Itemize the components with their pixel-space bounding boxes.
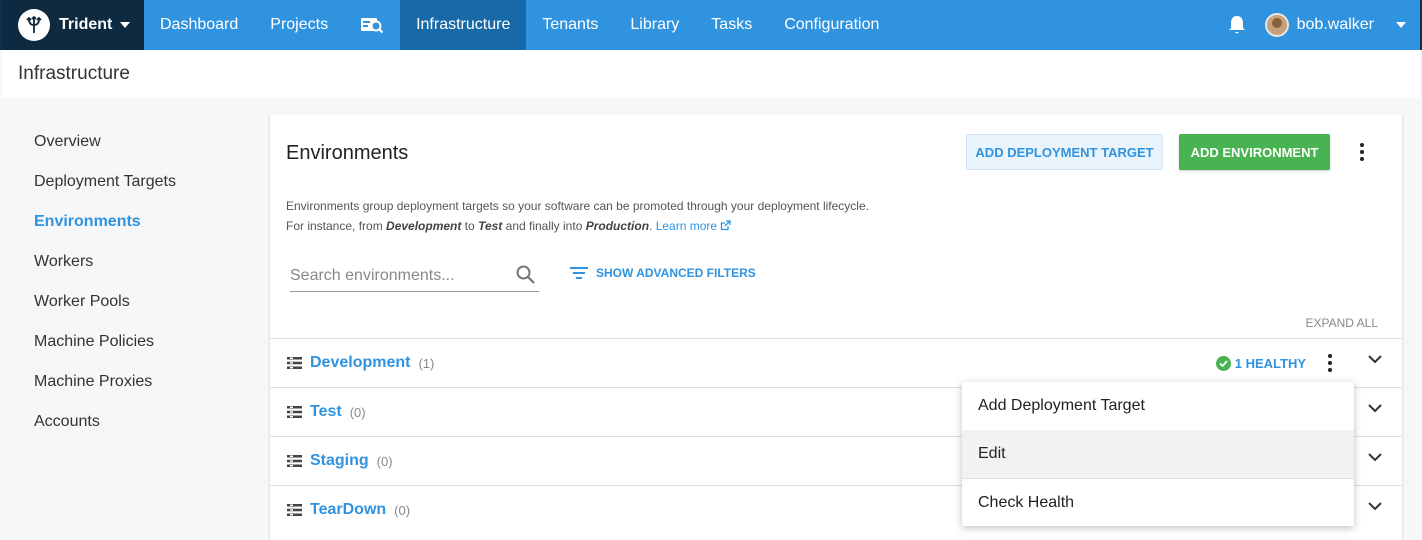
nav-search-button[interactable] [344,0,400,50]
row-more-options-icon[interactable] [1318,351,1342,375]
nav-tenants[interactable]: Tenants [526,0,614,50]
search-deployments-icon [361,18,384,34]
chevron-down-icon [1396,22,1406,28]
sidebar-item-worker-pools[interactable]: Worker Pools [34,282,254,322]
menu-item-edit[interactable]: Edit [962,430,1354,478]
add-deployment-target-button[interactable]: ADD DEPLOYMENT TARGET [966,134,1163,170]
user-menu[interactable]: bob.walker [1264,0,1420,50]
chevron-down-icon [120,22,131,28]
trident-logo-icon [18,9,50,41]
sidebar-item-workers[interactable]: Workers [34,242,254,282]
sidebar: Overview Deployment Targets Environments… [34,130,254,450]
environment-context-menu: Add Deployment Target Edit Check Health [962,382,1354,526]
environment-icon [287,504,302,516]
environment-name[interactable]: TearDown [310,501,386,519]
search-field [290,260,539,292]
more-options-icon[interactable] [1350,140,1374,164]
search-icon [516,265,535,284]
menu-item-check-health[interactable]: Check Health [962,478,1354,526]
chevron-down-icon[interactable] [1368,354,1382,364]
page-title: Infrastructure [2,50,1420,98]
menu-item-add-deployment-target[interactable]: Add Deployment Target [962,382,1354,430]
environment-count: (0) [394,502,411,518]
chevron-down-icon[interactable] [1368,403,1382,413]
description-line-1: Environments group deployment targets so… [286,199,869,213]
sidebar-item-machine-proxies[interactable]: Machine Proxies [34,362,254,402]
search-input[interactable] [290,266,510,285]
nav-configuration[interactable]: Configuration [768,0,895,50]
nav-infrastructure[interactable]: Infrastructure [400,0,527,50]
chevron-down-icon[interactable] [1368,501,1382,511]
user-name: bob.walker [1296,16,1374,33]
nav-tasks[interactable]: Tasks [695,0,768,50]
environment-name[interactable]: Test [310,403,342,421]
learn-more-link[interactable]: Learn more [656,219,732,233]
environment-icon [287,406,302,418]
show-advanced-filters-button[interactable]: SHOW ADVANCED FILTERS [570,266,756,280]
environment-name[interactable]: Development [310,354,410,372]
sidebar-item-machine-policies[interactable]: Machine Policies [34,322,254,362]
check-circle-icon [1215,355,1231,371]
sidebar-item-deployment-targets[interactable]: Deployment Targets [34,162,254,202]
description-line-2: For instance, from Development to Test a… [286,216,869,236]
card-title: Environments [286,142,409,164]
environment-count: (1) [418,355,435,371]
chevron-down-icon[interactable] [1368,452,1382,462]
add-environment-button[interactable]: ADD ENVIRONMENT [1179,134,1330,170]
sidebar-item-overview[interactable]: Overview [34,122,254,162]
brand-switcher[interactable]: Trident [2,0,144,50]
avatar [1264,13,1289,37]
top-nav: Trident Dashboard Projects Infrastructur… [0,0,1422,50]
nav-dashboard[interactable]: Dashboard [144,0,254,50]
sidebar-item-accounts[interactable]: Accounts [34,402,254,442]
bell-icon [1228,16,1245,34]
expand-all-button[interactable]: EXPAND ALL [1306,316,1378,330]
filter-icon [570,267,588,279]
description: Environments group deployment targets so… [286,196,869,236]
environment-name[interactable]: Staging [310,452,369,470]
sidebar-item-environments[interactable]: Environments [34,202,254,242]
environment-icon [287,455,302,467]
environment-count: (0) [376,453,393,469]
nav-library[interactable]: Library [614,0,695,50]
brand-name: Trident [59,16,113,33]
environment-row-development[interactable]: Development (1) 1 HEALTHY [270,338,1402,387]
environment-icon [287,357,302,369]
health-status[interactable]: 1 HEALTHY [1215,355,1306,371]
nav-projects[interactable]: Projects [254,0,344,50]
external-link-icon [721,220,732,231]
environment-count: (0) [349,404,366,420]
notifications-button[interactable] [1209,0,1265,50]
